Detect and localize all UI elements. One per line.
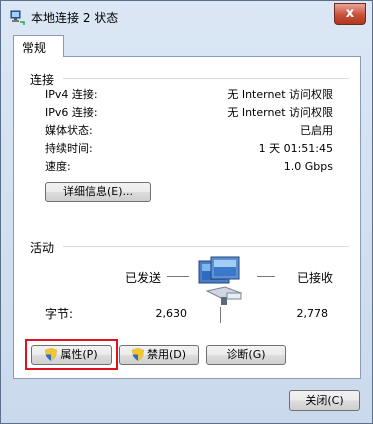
connection-divider: [63, 78, 349, 79]
network-connection-icon: [10, 10, 25, 25]
received-label: 已接收: [297, 271, 334, 285]
received-line: [257, 276, 275, 277]
activity-divider: [63, 246, 349, 247]
status-window: 本地连接 2 状态 x 常规 连接 IPv4 连接: 无 Internet 访问…: [0, 0, 373, 424]
bytes-received-value: 2,778: [296, 307, 329, 320]
duration-label: 持续时间:: [45, 142, 93, 155]
title-bar[interactable]: 本地连接 2 状态 x: [1, 1, 372, 33]
tab-panel-general: [13, 56, 361, 379]
media-state-label: 媒体状态:: [45, 124, 93, 137]
disable-button[interactable]: 禁用(D): [119, 345, 199, 365]
uac-shield-icon: [131, 348, 144, 361]
properties-highlight-box: [25, 339, 118, 370]
activity-heading: 活动: [30, 241, 55, 255]
diagnose-button[interactable]: 诊断(G): [206, 345, 286, 365]
media-state-value: 已启用: [300, 124, 333, 137]
ipv6-label: IPv6 连接:: [45, 106, 98, 119]
close-icon: x: [345, 6, 355, 21]
connection-heading: 连接: [30, 73, 55, 87]
tab-general[interactable]: 常规: [13, 35, 64, 57]
ipv6-value: 无 Internet 访问权限: [227, 106, 333, 119]
disable-label: 禁用(D): [146, 348, 187, 361]
speed-label: 速度:: [45, 160, 71, 173]
window-title: 本地连接 2 状态: [31, 11, 119, 25]
sent-label: 已发送: [125, 271, 162, 285]
title-close-button[interactable]: x: [334, 3, 366, 25]
details-button[interactable]: 详细信息(E)...: [45, 182, 151, 202]
ipv4-label: IPv4 连接:: [45, 88, 98, 101]
network-computer-icon: [198, 256, 243, 305]
duration-value: 1 天 01:51:45: [258, 142, 333, 155]
speed-value: 1.0 Gbps: [283, 160, 333, 173]
bytes-label: 字节:: [45, 307, 74, 321]
bytes-sent-value: 2,630: [155, 307, 188, 320]
close-button[interactable]: 关闭(C): [289, 390, 360, 411]
sent-line: [167, 276, 189, 277]
ipv4-value: 无 Internet 访问权限: [227, 88, 333, 101]
icon-stem-line: [220, 307, 221, 323]
